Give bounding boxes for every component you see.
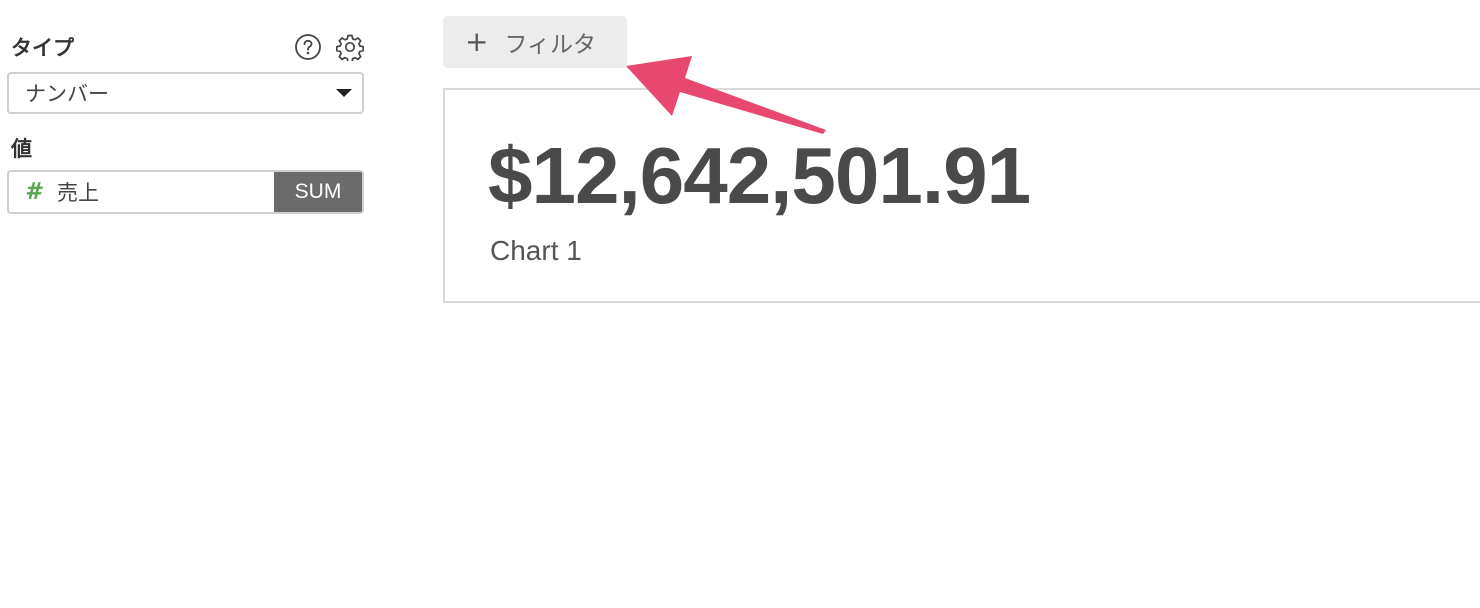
- plus-icon: +: [465, 25, 489, 58]
- help-circle-icon[interactable]: [294, 33, 322, 61]
- aggregation-button[interactable]: SUM: [274, 172, 362, 212]
- add-filter-button[interactable]: + フィルタ: [443, 16, 627, 68]
- value-field: # 売上 SUM: [7, 170, 364, 214]
- filter-label: フィルタ: [504, 32, 597, 58]
- header-icons: [294, 33, 364, 61]
- hash-icon: #: [25, 179, 42, 205]
- chart-type-select-value: ナンバー: [25, 82, 109, 106]
- type-header: タイプ: [7, 28, 364, 66]
- number-chart-card: $12,642,501.91 Chart 1: [443, 88, 1480, 303]
- chart-title: Chart 1: [490, 235, 582, 266]
- value-column-chip[interactable]: # 売上: [9, 172, 274, 212]
- app-root: タイプ ナンバー 値 # 売上 SUM + フィルタ $12,642,501.9…: [0, 0, 1480, 608]
- type-label: タイプ: [11, 36, 74, 60]
- chart-settings-panel: タイプ ナンバー 値 # 売上 SUM: [7, 28, 364, 214]
- metric-value: $12,642,501.91: [488, 131, 1031, 220]
- gear-icon[interactable]: [336, 33, 364, 61]
- value-column-name: 売上: [57, 181, 100, 205]
- chart-type-select[interactable]: ナンバー: [7, 72, 364, 114]
- value-label: 値: [11, 137, 32, 161]
- chevron-down-icon: [336, 89, 352, 97]
